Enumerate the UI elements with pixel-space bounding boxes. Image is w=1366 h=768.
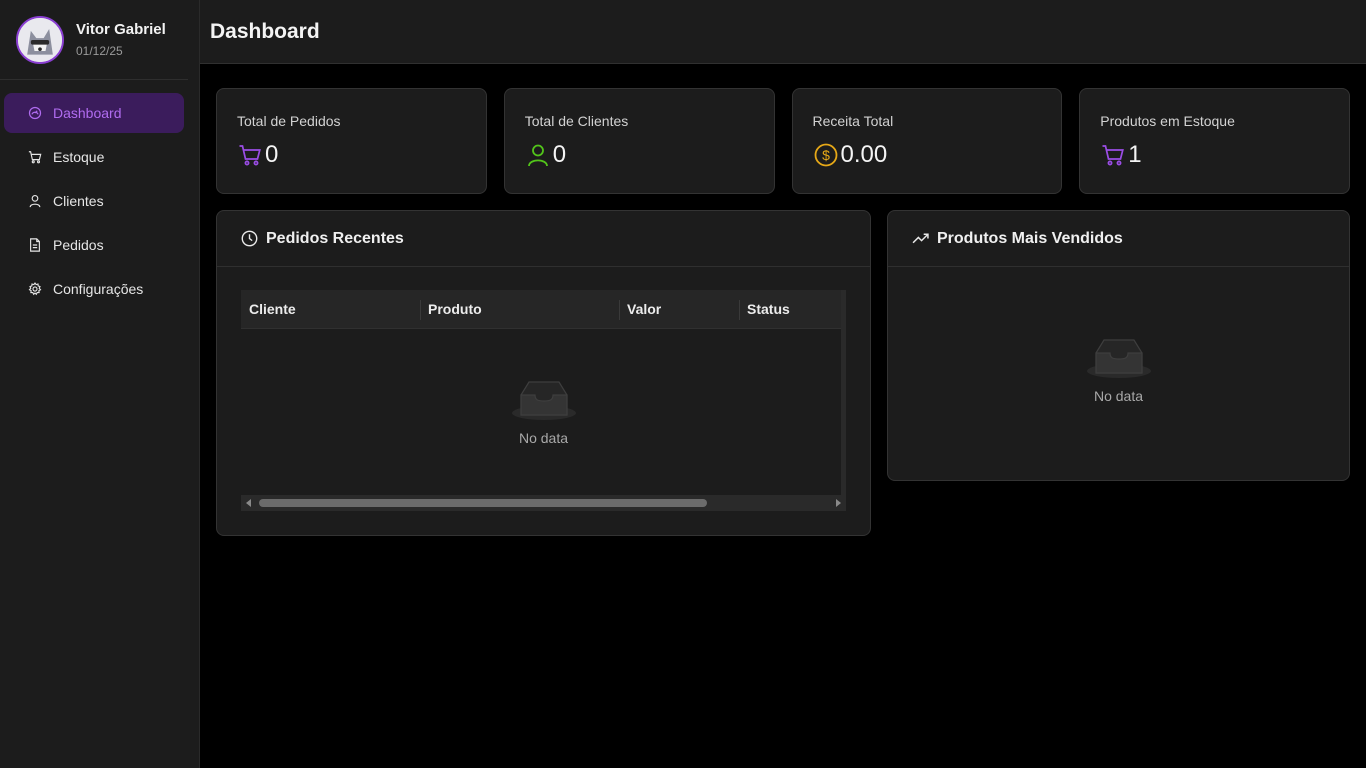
empty-state: No data: [511, 379, 576, 446]
top-bar: Dashboard: [200, 0, 1366, 64]
stat-card-pedidos: Total de Pedidos 0: [216, 88, 487, 194]
sidebar: Vitor Gabriel 01/12/25 Dashboard Estoque: [0, 0, 200, 768]
dollar-icon: $: [813, 142, 839, 168]
user-date: 01/12/25: [76, 44, 123, 58]
stat-title: Produtos em Estoque: [1100, 113, 1235, 129]
column-header-valor[interactable]: Valor: [619, 290, 739, 328]
cart-icon: [27, 149, 43, 165]
empty-inbox-icon: [511, 379, 576, 426]
user-icon: [525, 142, 551, 168]
sidebar-menu: Dashboard Estoque Clientes Pedidos Confi…: [0, 80, 199, 309]
sidebar-item-configuracoes[interactable]: Configurações: [4, 269, 184, 309]
sidebar-item-clientes[interactable]: Clientes: [4, 181, 184, 221]
cart-icon: [1100, 142, 1126, 168]
main-content: Dashboard Total de Pedidos 0 Total de Cl…: [200, 0, 1366, 768]
gear-icon: [27, 281, 43, 297]
sidebar-item-label: Configurações: [53, 281, 144, 297]
empty-text: No data: [518, 429, 569, 446]
panel-header: Produtos Mais Vendidos: [888, 211, 1349, 267]
scroll-left-arrow-icon[interactable]: [246, 499, 251, 507]
panel-title: Produtos Mais Vendidos: [937, 229, 1123, 247]
sidebar-item-label: Dashboard: [53, 105, 122, 121]
stat-value: 1: [1128, 141, 1142, 168]
stat-value: 0: [265, 141, 279, 168]
avatar[interactable]: [16, 15, 64, 64]
file-icon: [27, 237, 43, 253]
column-header-status[interactable]: Status: [739, 290, 841, 328]
stat-value: 0.00: [840, 141, 888, 168]
horizontal-scrollbar[interactable]: [241, 495, 846, 511]
panel-title: Pedidos Recentes: [266, 229, 404, 247]
sidebar-item-estoque[interactable]: Estoque: [4, 137, 184, 177]
trend-up-icon: [912, 230, 929, 247]
recent-orders-panel: Pedidos Recentes Cliente Produto Valor S…: [216, 210, 871, 536]
stat-value: 0: [552, 141, 567, 168]
stat-title: Total de Clientes: [524, 113, 629, 129]
scrollbar-thumb[interactable]: [259, 499, 707, 507]
orders-table: Cliente Produto Valor Status No data: [241, 290, 846, 511]
stat-title: Total de Pedidos: [237, 113, 341, 129]
svg-text:$: $: [822, 147, 830, 163]
table-header: Cliente Produto Valor Status: [241, 290, 846, 329]
page-title: Dashboard: [210, 19, 320, 43]
user-name: Vitor Gabriel: [76, 21, 166, 38]
dashboard-icon: [27, 105, 43, 121]
clock-icon: [241, 230, 258, 247]
empty-state: No data: [888, 337, 1349, 404]
sidebar-item-label: Estoque: [53, 149, 105, 165]
vertical-scrollbar[interactable]: [841, 290, 846, 495]
stat-card-estoque: Produtos em Estoque 1: [1079, 88, 1350, 194]
column-header-cliente[interactable]: Cliente: [241, 290, 420, 328]
empty-inbox-icon: [1086, 337, 1151, 384]
panel-header: Pedidos Recentes: [217, 211, 870, 267]
stats-row: Total de Pedidos 0 Total de Clientes 0 R…: [216, 88, 1350, 194]
empty-text: No data: [1093, 388, 1144, 404]
app-root: Vitor Gabriel 01/12/25 Dashboard Estoque: [0, 0, 1366, 768]
sidebar-item-dashboard[interactable]: Dashboard: [4, 93, 184, 133]
sidebar-item-label: Pedidos: [53, 237, 104, 253]
table-body: No data: [241, 329, 846, 495]
top-products-panel: Produtos Mais Vendidos No data: [887, 210, 1350, 481]
scroll-right-arrow-icon[interactable]: [836, 499, 841, 507]
stat-title: Receita Total: [812, 113, 894, 129]
sidebar-item-pedidos[interactable]: Pedidos: [4, 225, 184, 265]
sidebar-item-label: Clientes: [53, 193, 104, 209]
user-icon: [27, 193, 43, 209]
stat-card-receita: Receita Total $ 0.00: [791, 88, 1063, 194]
stat-card-clientes: Total de Clientes 0: [503, 88, 775, 194]
cart-icon: [237, 142, 263, 168]
user-profile: Vitor Gabriel 01/12/25: [0, 0, 188, 80]
column-header-produto[interactable]: Produto: [420, 290, 619, 328]
